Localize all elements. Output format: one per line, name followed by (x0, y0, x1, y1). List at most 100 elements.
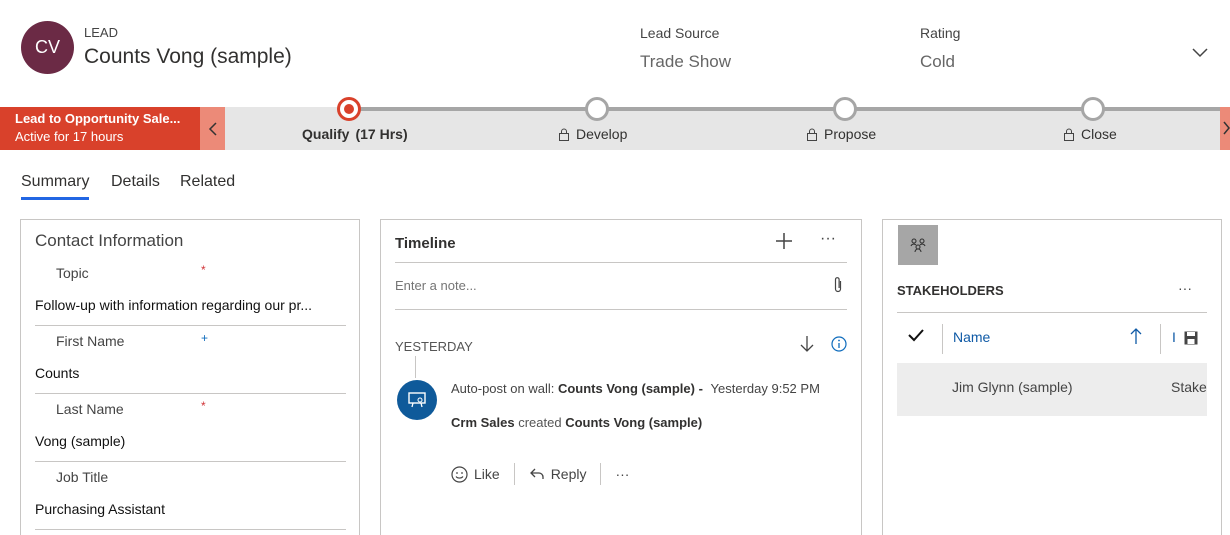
business-process-flow: Lead to Opportunity Sale... Active for 1… (0, 97, 1230, 150)
timeline-title: Timeline (395, 235, 456, 252)
timeline-more-button[interactable]: ··· (820, 230, 836, 248)
paperclip-icon (834, 277, 842, 293)
stage-label-text: Close (1081, 126, 1117, 142)
post-header: Auto-post on wall: Counts Vong (sample) … (451, 381, 820, 396)
stage-node-icon (833, 97, 857, 121)
lead-source-value[interactable]: Trade Show (640, 52, 731, 72)
post-target[interactable]: Counts Vong (sample) (565, 415, 702, 430)
column-separator (1160, 324, 1161, 354)
divider (395, 309, 847, 310)
info-button[interactable] (831, 336, 847, 357)
lead-source-label: Lead Source (640, 25, 720, 41)
chevron-right-icon (1223, 121, 1230, 135)
column-header-role[interactable]: I (1172, 329, 1176, 345)
post-more-button[interactable]: ··· (615, 466, 629, 482)
field-label: Topic (56, 265, 89, 281)
reply-icon (529, 468, 544, 479)
stakeholder-role: Stake (1171, 379, 1207, 395)
timeline-connector (415, 356, 416, 378)
connections-icon-button[interactable] (898, 225, 938, 265)
rating-label: Rating (920, 25, 961, 41)
previous-stage-button[interactable] (200, 107, 225, 150)
attach-button[interactable] (833, 276, 843, 299)
divider (600, 463, 602, 485)
column-separator (942, 324, 943, 354)
field-last-name[interactable]: Last Name * Vong (sample) (35, 394, 346, 462)
arrow-down-icon (800, 336, 814, 352)
timeline-card: Timeline ··· YESTERDAY Auto-post on wall… (380, 219, 862, 535)
header-expand-chevron-icon[interactable] (1190, 42, 1210, 62)
lock-icon (1064, 128, 1074, 141)
post-verb: created (518, 415, 562, 430)
post-actions: Like Reply ··· (451, 463, 629, 485)
section-title: Contact Information (35, 231, 184, 250)
field-value[interactable]: Follow-up with information regarding our… (35, 297, 340, 313)
stage-propose-label[interactable]: Propose (806, 126, 876, 142)
timeline-group-header: YESTERDAY (395, 339, 473, 354)
sort-ascending-icon[interactable] (1130, 327, 1142, 350)
tab-summary[interactable]: Summary (21, 173, 90, 200)
lock-icon (559, 128, 569, 141)
post-time: Yesterday 9:52 PM (710, 381, 820, 396)
stakeholders-more-button[interactable]: ··· (1178, 280, 1192, 296)
required-indicator: * (201, 263, 206, 277)
field-first-name[interactable]: First Name + Counts (35, 326, 346, 394)
auto-post-icon (408, 392, 426, 408)
process-name: Lead to Opportunity Sale... (15, 111, 181, 126)
field-job-title[interactable]: Job Title Purchasing Assistant (35, 462, 346, 530)
required-indicator: * (201, 399, 206, 413)
process-active-duration: Active for 17 hours (15, 129, 124, 144)
stage-label-text: Qualify (302, 126, 350, 142)
field-value[interactable]: Purchasing Assistant (35, 501, 340, 517)
tab-related[interactable]: Related (180, 173, 235, 197)
next-stage-button[interactable] (1220, 107, 1230, 150)
plus-icon (776, 233, 792, 249)
field-value[interactable]: Vong (sample) (35, 433, 340, 449)
select-all-checkbox[interactable] (907, 328, 925, 347)
post-prefix: Auto-post on wall: (451, 381, 555, 396)
field-value[interactable]: Counts (35, 365, 340, 381)
recommended-indicator: + (201, 331, 209, 345)
lock-icon (807, 128, 817, 141)
divider (395, 262, 847, 263)
stakeholders-card: STAKEHOLDERS ··· Name I Jim Glynn (sampl… (882, 219, 1222, 535)
checkmark-icon (908, 329, 924, 342)
add-activity-button[interactable] (775, 232, 793, 255)
field-label: First Name (56, 333, 125, 349)
field-label: Last Name (56, 401, 124, 417)
post-actor[interactable]: Crm Sales (451, 415, 515, 430)
note-input[interactable] (395, 278, 815, 293)
stakeholders-title: STAKEHOLDERS (897, 283, 1004, 298)
rating-value[interactable]: Cold (920, 52, 955, 72)
stage-node-icon (1081, 97, 1105, 121)
field-topic[interactable]: Topic * Follow-up with information regar… (35, 258, 346, 326)
like-label: Like (474, 466, 500, 482)
grid-header: Name I (897, 312, 1207, 363)
process-flyout-button[interactable]: Lead to Opportunity Sale... Active for 1… (0, 107, 200, 150)
reply-label: Reply (550, 466, 587, 482)
stage-duration: (17 Hrs) (355, 126, 408, 142)
post-avatar (397, 380, 437, 420)
record-title: Counts Vong (sample) (84, 45, 292, 68)
stage-qualify-label[interactable]: Qualify (17 Hrs) (302, 126, 408, 142)
post-body: Crm Sales created Counts Vong (sample) (451, 415, 702, 430)
stage-active-node-icon (337, 97, 361, 121)
save-icon[interactable] (1184, 331, 1198, 350)
column-header-name[interactable]: Name (953, 329, 990, 345)
stage-label-text: Develop (576, 126, 628, 142)
stage-label-text: Propose (824, 126, 877, 142)
tab-details[interactable]: Details (111, 173, 160, 197)
people-connections-icon (910, 238, 926, 253)
reply-button[interactable]: Reply (529, 466, 587, 482)
stage-develop-label[interactable]: Develop (558, 126, 627, 142)
contact-information-card: Contact Information Topic * Follow-up wi… (20, 219, 360, 535)
post-subject[interactable]: Counts Vong (sample) - (558, 381, 703, 396)
stakeholder-name[interactable]: Jim Glynn (sample) (952, 379, 1073, 395)
table-row[interactable]: Jim Glynn (sample) Stake (897, 363, 1207, 416)
divider (513, 463, 515, 485)
info-icon (831, 336, 847, 352)
stage-close-label[interactable]: Close (1063, 126, 1117, 142)
sort-button[interactable] (799, 335, 815, 358)
like-button[interactable]: Like (451, 465, 500, 483)
field-label: Job Title (56, 469, 109, 485)
